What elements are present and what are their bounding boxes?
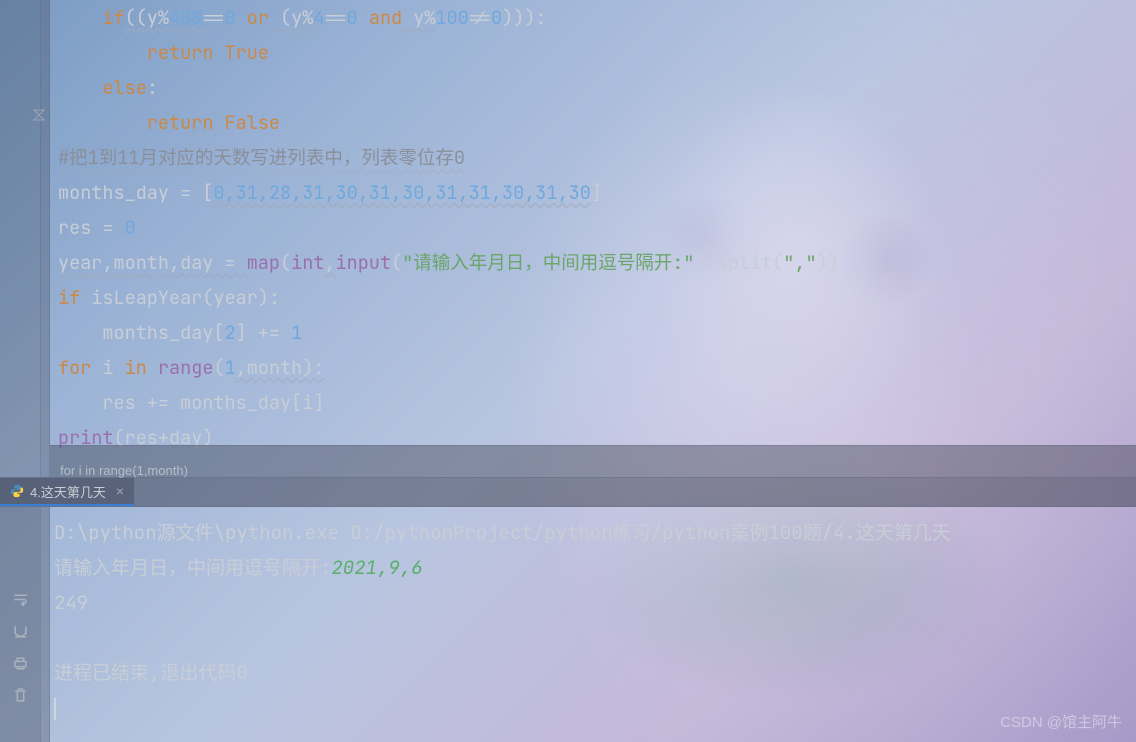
num-literal: 100 xyxy=(436,5,469,30)
keyword-and: and xyxy=(369,5,402,30)
code-text: i xyxy=(91,355,124,380)
code-text: ( xyxy=(280,250,291,275)
editor-gutter xyxy=(0,0,40,477)
op: == xyxy=(202,5,224,30)
code-text: ))): xyxy=(502,5,546,30)
num-literal: 400 xyxy=(169,5,202,30)
code-text: ,month): xyxy=(236,355,325,380)
num-literal: 0 xyxy=(225,5,236,30)
code-text: (y% xyxy=(269,5,313,30)
console-divider xyxy=(40,507,50,742)
console-result-line: 249 xyxy=(54,585,1132,620)
keyword-if: if xyxy=(102,5,124,30)
console-blank-line xyxy=(54,620,1132,655)
code-text: ( xyxy=(391,250,402,275)
num-literal: 0 xyxy=(491,5,502,30)
console-prompt-line: 请输入年月日，中间用逗号隔开:2021,9,6 xyxy=(54,550,1132,585)
bool-literal: False xyxy=(225,110,281,135)
keyword-else: else xyxy=(102,75,146,100)
console-cursor-line xyxy=(54,690,1132,725)
user-input: 2021,9,6 xyxy=(331,555,422,580)
watermark: CSDN @馆主阿牛 xyxy=(1000,711,1122,732)
builtin-range: range xyxy=(158,355,214,380)
text-cursor xyxy=(54,698,56,720)
python-icon xyxy=(10,484,24,498)
num-literal: 0 xyxy=(125,215,136,240)
bool-literal: True xyxy=(225,40,269,65)
string-literal: "请输入年月日，中间用逗号隔开:" xyxy=(402,250,694,275)
num-literal: 4 xyxy=(313,5,324,30)
code-text: year,month,day = xyxy=(58,250,247,275)
code-text: res += months_day[i] xyxy=(58,390,324,415)
console-output[interactable]: D:\python源文件\python.exe D:/pythonProject… xyxy=(50,507,1136,742)
keyword-return: return xyxy=(147,110,214,135)
structure-marker-icon[interactable] xyxy=(32,106,46,120)
builtin-input: input xyxy=(336,250,392,275)
close-tab-icon[interactable]: × xyxy=(116,483,124,499)
op: != xyxy=(469,5,491,30)
code-text: months_day = [ xyxy=(58,180,213,205)
code-text: ( xyxy=(213,355,224,380)
keyword-if: if xyxy=(58,285,80,310)
keyword-in: in xyxy=(125,355,147,380)
code-text: )) xyxy=(817,250,839,275)
builtin-int: int xyxy=(291,250,324,275)
console-command-line: D:\python源文件\python.exe D:/pythonProject… xyxy=(54,515,1132,550)
code-text: ((y% xyxy=(125,5,169,30)
num-literal: 1 xyxy=(225,355,236,380)
keyword-return: return xyxy=(147,40,214,65)
op: == xyxy=(324,5,346,30)
console-toolbar xyxy=(0,507,40,742)
ide-window: if((y%400==0 or (y%4==0 and y%100!=0))):… xyxy=(0,0,1136,742)
print-button[interactable] xyxy=(8,651,32,675)
code-text: months_day[ xyxy=(58,320,225,345)
scroll-to-end-button[interactable] xyxy=(8,619,32,643)
gutter-divider xyxy=(40,0,50,477)
code-text: : xyxy=(147,75,158,100)
code-text: ] xyxy=(591,180,602,205)
keyword-for: for xyxy=(58,355,91,380)
code-text: , xyxy=(324,250,335,275)
num-literal: 1 xyxy=(291,320,302,345)
code-text: res = xyxy=(58,215,125,240)
code-text: ] += xyxy=(236,320,292,345)
num-literal: 0 xyxy=(347,5,358,30)
string-literal: "," xyxy=(783,250,816,275)
console-exit-line: 进程已结束,退出代码0 xyxy=(54,655,1132,690)
editor-pane: if((y%400==0 or (y%4==0 and y%100!=0))):… xyxy=(0,0,1136,477)
builtin-map: map xyxy=(247,250,280,275)
code-text: ).split( xyxy=(694,250,783,275)
prompt-text: 请输入年月日，中间用逗号隔开: xyxy=(54,555,331,580)
code-breadcrumb[interactable]: for i in range(1,month) xyxy=(50,445,1136,477)
soft-wrap-button[interactable] xyxy=(8,587,32,611)
keyword-or: or xyxy=(247,5,269,30)
comment: #把1到11月对应的天数写进列表中，列表零位存0 xyxy=(58,145,465,170)
delete-button[interactable] xyxy=(8,683,32,707)
num-list: 0,31,28,31,30,31,30,31,31,30,31,30 xyxy=(213,180,590,205)
console-pane: D:\python源文件\python.exe D:/pythonProject… xyxy=(0,507,1136,742)
num-literal: 2 xyxy=(225,320,236,345)
code-text: y% xyxy=(402,5,435,30)
code-editor[interactable]: if((y%400==0 or (y%4==0 and y%100!=0))):… xyxy=(50,0,1136,477)
code-text: isLeapYear(year): xyxy=(80,285,280,310)
